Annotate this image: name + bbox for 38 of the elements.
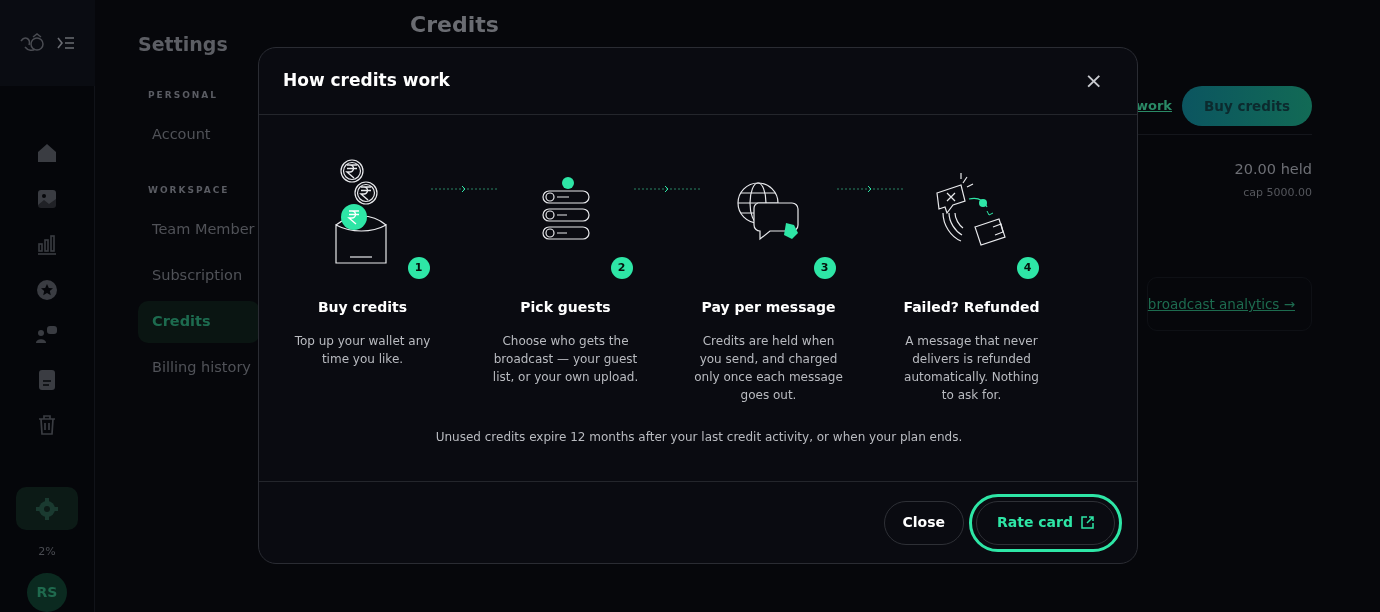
connector-line (431, 185, 497, 193)
page-title: Credits (410, 11, 500, 39)
step-title: Buy credits (317, 298, 408, 317)
nav-button[interactable] (16, 487, 78, 531)
step-number: 1 (407, 257, 430, 279)
step-description: Top up your wallet any time you like. (293, 333, 432, 368)
link[interactable]: work (1136, 96, 1172, 116)
step-description: Credits are held when you send, and charged only once each message goes out. (693, 333, 844, 404)
settings-nav-item[interactable]: Account (138, 114, 260, 156)
step-description: A message that never delivers is refunded automatically. Nothing to ask for. (903, 333, 1040, 404)
section-label: WORKSPACE (148, 183, 231, 197)
external-link-icon (1081, 516, 1094, 529)
step-description: Choose who gets the broadcast — your guest list, or your own upload. (491, 333, 640, 386)
connector-line (634, 185, 700, 193)
user-avatar[interactable]: RS (27, 572, 67, 612)
settings-title: Settings (138, 32, 229, 57)
modal-title: How credits work (283, 69, 450, 93)
usage-percent: 2% (38, 544, 56, 561)
section-label: PERSONAL (148, 88, 220, 102)
connector-line (837, 185, 903, 193)
step-number: 2 (610, 257, 633, 279)
expiry-note: Unused credits expire 12 months after your last credit activity, or when your plan ends. (434, 429, 964, 446)
chart-icon (35, 232, 59, 257)
held-amount: 20.00 held (1234, 160, 1312, 179)
close-button[interactable]: × (1080, 68, 1107, 94)
cap-amount: cap 5000.00 (1243, 184, 1312, 201)
settings-nav-item[interactable]: Subscription (138, 255, 260, 297)
step-title: Pay per message (701, 298, 836, 317)
settings-nav-item[interactable]: Billing history (138, 346, 260, 389)
step-title: Pick guests (520, 298, 611, 317)
settings-nav-item[interactable]: Team Member (138, 209, 260, 251)
close-dialog-button[interactable]: Close (883, 500, 965, 545)
menu-icon[interactable] (57, 35, 75, 52)
settings-nav-item[interactable]: Credits (138, 300, 260, 343)
step-number: 4 (1016, 257, 1039, 279)
analytics-link[interactable]: broadcast analytics → (1147, 296, 1295, 313)
step-number: 3 (813, 257, 836, 279)
step-title: Failed? Refunded (903, 298, 1040, 317)
